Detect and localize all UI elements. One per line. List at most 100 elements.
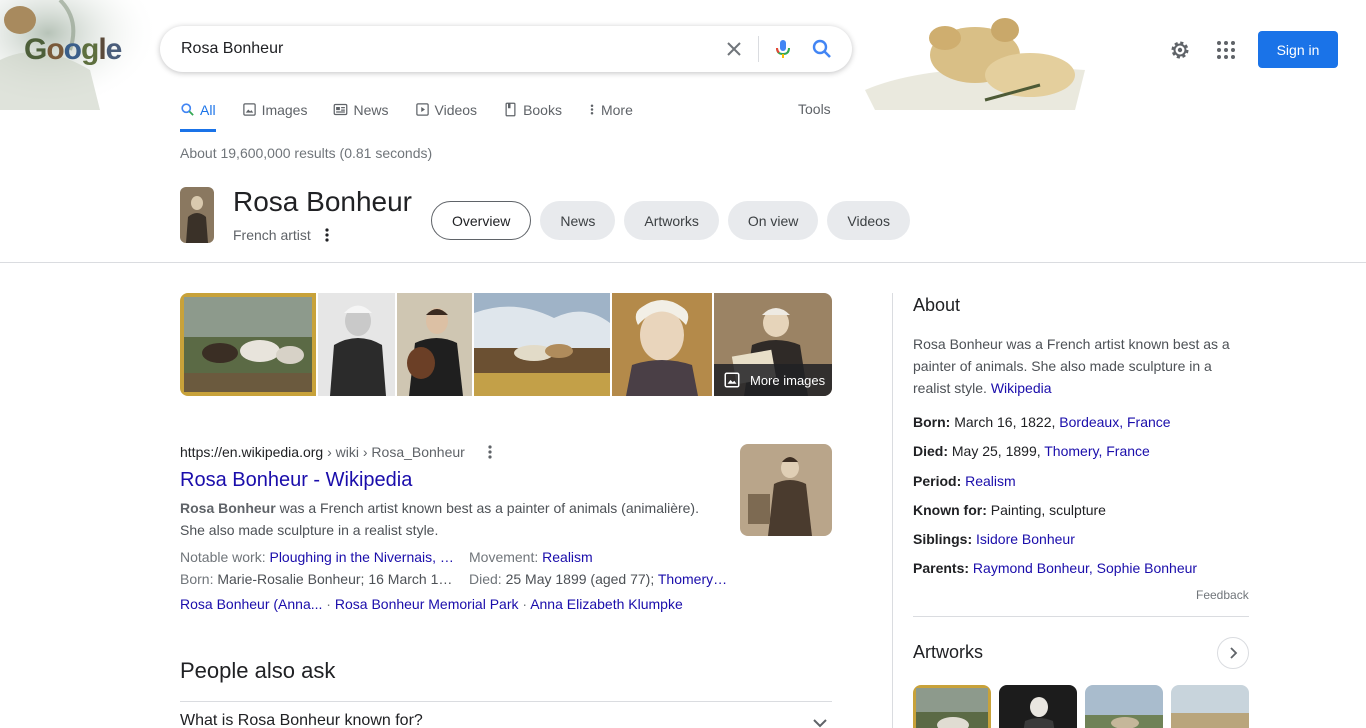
result-title-link[interactable]: Rosa Bonheur - Wikipedia bbox=[180, 469, 412, 492]
tab-all[interactable]: All bbox=[180, 96, 216, 132]
fact-link[interactable]: Thomery… bbox=[658, 571, 727, 587]
tab-videos[interactable]: Videos bbox=[415, 96, 477, 123]
artwork-thumbnail[interactable] bbox=[1171, 685, 1249, 728]
more-vert-icon[interactable] bbox=[318, 226, 336, 244]
google-logo[interactable]: Google bbox=[24, 33, 123, 67]
kp-description-text: Rosa Bonheur was a French artist known b… bbox=[913, 336, 1230, 396]
microphone-icon[interactable] bbox=[771, 37, 795, 61]
result-url[interactable]: https://en.wikipedia.org › wiki › Rosa_B… bbox=[180, 444, 465, 460]
kp-description: Rosa Bonheur was a French artist known b… bbox=[913, 333, 1249, 399]
fact-value: 25 May 1899 (aged 77); bbox=[505, 571, 658, 587]
knowledge-panel-divider bbox=[892, 293, 893, 728]
search-icon[interactable] bbox=[810, 37, 834, 61]
snippet-bold: Rosa Bonheur bbox=[180, 500, 276, 516]
tab-label: More bbox=[600, 101, 633, 118]
image-thumbnail[interactable] bbox=[318, 293, 395, 396]
logo-letter: g bbox=[81, 33, 99, 66]
image-thumbnail[interactable] bbox=[180, 293, 316, 396]
kp-fact-label: Parents: bbox=[913, 560, 970, 576]
kp-fact-text: March 16, 1822, bbox=[950, 414, 1060, 430]
search-input[interactable]: Rosa Bonheur bbox=[181, 40, 283, 58]
result-thumbnail[interactable] bbox=[740, 444, 832, 536]
kp-fact-link[interactable]: Realism bbox=[965, 473, 1016, 489]
artwork-thumbnail[interactable] bbox=[1085, 685, 1163, 728]
logo-letter: o bbox=[46, 33, 64, 66]
paa-divider bbox=[180, 701, 832, 702]
result-url-path: › wiki › Rosa_Bonheur bbox=[323, 444, 465, 460]
search-divider bbox=[758, 36, 759, 62]
fact-label: Born: bbox=[180, 571, 218, 587]
fact-label: Died: bbox=[469, 571, 506, 587]
image-thumbnail[interactable] bbox=[397, 293, 472, 396]
fact-link[interactable]: Realism bbox=[542, 549, 593, 565]
more-vert-icon[interactable] bbox=[481, 443, 499, 461]
tab-images[interactable]: Images bbox=[242, 96, 307, 123]
tools-button[interactable]: Tools bbox=[798, 101, 831, 117]
artworks-next-button[interactable] bbox=[1217, 637, 1249, 669]
sitelink-separator: · bbox=[518, 596, 531, 612]
chevron-down-icon[interactable] bbox=[810, 713, 830, 728]
kp-fact-known-for: Known for: Painting, sculpture bbox=[913, 502, 1106, 518]
fact-died: Died: 25 May 1899 (aged 77); Thomery… bbox=[469, 569, 729, 589]
kp-fact-link[interactable]: Thomery, France bbox=[1044, 443, 1150, 459]
image-icon bbox=[242, 103, 256, 116]
paa-question[interactable]: What is Rosa Bonheur known for? bbox=[180, 712, 423, 728]
chip-overview[interactable]: Overview bbox=[431, 201, 532, 240]
kp-fact-parents: Parents: Raymond Bonheur, Sophie Bonheur bbox=[913, 560, 1197, 576]
fact-value: Marie-Rosalie Bonheur; 16 March 1… bbox=[217, 571, 453, 587]
gear-icon[interactable] bbox=[1168, 38, 1192, 62]
image-icon bbox=[724, 372, 740, 388]
sitelink[interactable]: Rosa Bonheur Memorial Park bbox=[335, 596, 519, 612]
fact-movement: Movement: Realism bbox=[469, 547, 729, 567]
kp-fact-label: Period: bbox=[913, 473, 962, 489]
kp-fact-link[interactable]: Raymond Bonheur, Sophie Bonheur bbox=[973, 560, 1197, 576]
kp-artworks-heading: Artworks bbox=[913, 642, 984, 662]
sitelinks: Rosa Bonheur (Anna... · Rosa Bonheur Mem… bbox=[180, 596, 683, 612]
close-icon[interactable] bbox=[722, 37, 746, 61]
artwork-thumbnail[interactable] bbox=[913, 685, 991, 728]
people-also-ask-heading: People also ask bbox=[180, 658, 336, 683]
chip-artworks[interactable]: Artworks bbox=[624, 201, 719, 240]
image-thumbnail[interactable] bbox=[612, 293, 712, 396]
fact-born: Born: Marie-Rosalie Bonheur; 16 March 1… bbox=[180, 569, 458, 589]
fact-link[interactable]: Ploughing in the Nivernais, … bbox=[269, 549, 453, 565]
sign-in-button[interactable]: Sign in bbox=[1258, 31, 1338, 68]
sitelink[interactable]: Rosa Bonheur (Anna... bbox=[180, 596, 322, 612]
search-box[interactable]: Rosa Bonheur bbox=[160, 26, 852, 72]
tab-news[interactable]: News bbox=[333, 96, 389, 123]
kp-source-link[interactable]: Wikipedia bbox=[991, 380, 1052, 396]
kp-fact-text: Painting, sculpture bbox=[986, 502, 1106, 518]
kp-section-divider bbox=[913, 616, 1249, 617]
logo-letter: e bbox=[105, 33, 123, 66]
tab-books[interactable]: Books bbox=[503, 96, 562, 123]
more-images-button[interactable]: More images bbox=[714, 364, 832, 396]
kp-fact-label: Siblings: bbox=[913, 531, 973, 547]
search-tabs: All Images News Videos Books More bbox=[180, 96, 659, 132]
entity-title: Rosa Bonheur bbox=[233, 186, 413, 217]
sitelink-separator: · bbox=[322, 596, 335, 612]
kp-fact-text: May 25, 1899, bbox=[948, 443, 1045, 459]
fact-notable-work: Notable work: Ploughing in the Nivernais… bbox=[180, 547, 458, 567]
chip-videos[interactable]: Videos bbox=[827, 201, 910, 240]
sitelink[interactable]: Anna Elizabeth Klumpke bbox=[530, 596, 683, 612]
chip-news[interactable]: News bbox=[540, 201, 616, 240]
tab-label: Books bbox=[523, 101, 562, 118]
feedback-link[interactable]: Feedback bbox=[1196, 588, 1249, 602]
kp-fact-link[interactable]: Bordeaux, France bbox=[1059, 414, 1170, 430]
fact-label: Movement: bbox=[469, 549, 543, 565]
fact-label: Notable work: bbox=[180, 549, 270, 565]
tab-label: News bbox=[353, 101, 389, 118]
entity-thumbnail[interactable] bbox=[180, 187, 214, 243]
tab-label: All bbox=[200, 101, 216, 118]
image-thumbnail[interactable] bbox=[474, 293, 610, 396]
chip-on-view[interactable]: On view bbox=[727, 201, 819, 240]
news-icon bbox=[334, 103, 348, 116]
tab-more[interactable]: More bbox=[588, 96, 633, 123]
kp-fact-link[interactable]: Isidore Bonheur bbox=[976, 531, 1075, 547]
artwork-thumbnail[interactable] bbox=[999, 685, 1077, 728]
doodle-right-sheep-illustration bbox=[865, 18, 1085, 110]
kp-about-heading: About bbox=[913, 295, 961, 315]
artworks-carousel bbox=[913, 685, 1257, 728]
chevron-right-icon bbox=[1230, 647, 1238, 659]
apps-grid-icon[interactable] bbox=[1214, 38, 1238, 62]
